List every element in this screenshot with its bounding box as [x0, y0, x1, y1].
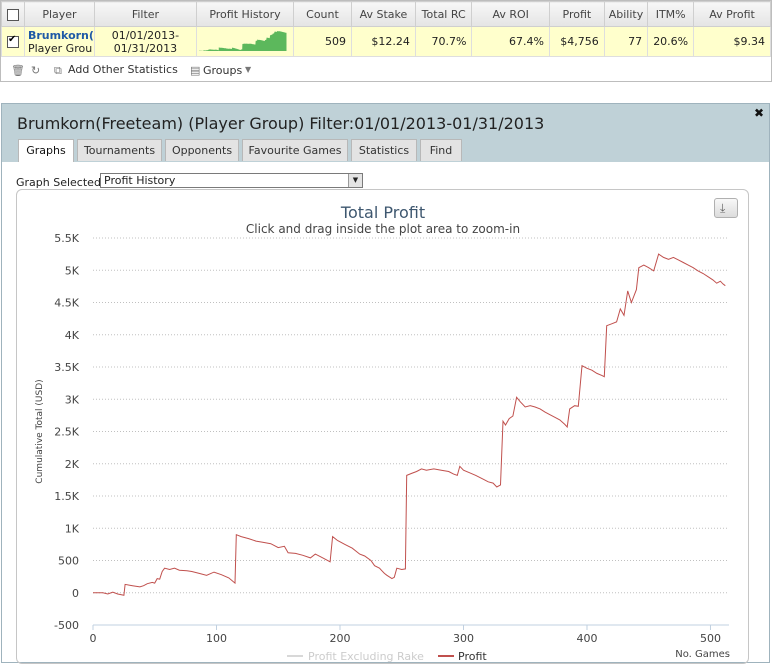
count-cell: 509 [292, 26, 352, 57]
tab-opponents[interactable]: Opponents [165, 139, 239, 161]
tab-graphs[interactable]: Graphs [18, 139, 74, 162]
table-header-row: Player Filter Profit History Count Av St… [1, 1, 771, 27]
select-all-header[interactable] [1, 1, 25, 27]
y-tick-label: 0 [72, 587, 79, 600]
graph-select[interactable]: Profit History ▼ [100, 173, 363, 188]
av-profit-cell: $9.34 [693, 26, 771, 57]
row-checkbox[interactable] [6, 34, 19, 48]
player-cell[interactable]: Brumkorn( Player Grou [23, 26, 95, 57]
filter-start-date: 01/01/2013- [111, 28, 180, 42]
y-axis-label: Cumulative Total (USD) [35, 379, 45, 483]
y-tick-label: 1.5K [54, 490, 79, 503]
chevron-down-icon[interactable]: ▼ [348, 174, 362, 187]
itm-cell: 20.6% [647, 26, 695, 57]
tab-tournaments[interactable]: Tournaments [77, 139, 162, 161]
column-header[interactable]: Total RC [414, 1, 473, 27]
x-tick-label: 400 [576, 632, 597, 645]
player-detail-panel: Brumkorn(Freeteam) (Player Group) Filter… [1, 103, 770, 664]
panel-header: Brumkorn(Freeteam) (Player Group) Filter… [2, 104, 769, 162]
av-stake-cell: $12.24 [350, 26, 416, 57]
select-all-checkbox[interactable] [6, 8, 19, 21]
column-header[interactable]: Av Stake [350, 1, 416, 27]
column-header[interactable]: Ability [603, 1, 649, 27]
y-tick-label: 1K [65, 522, 80, 535]
av-roi-cell: 67.4% [471, 26, 550, 57]
refresh-icon[interactable]: ↻ [31, 64, 40, 77]
y-tick-label: 2K [65, 458, 80, 471]
legend-item-profit: Profit [458, 650, 487, 663]
y-tick-label: 4.5K [54, 297, 79, 310]
x-tick-label: 200 [329, 632, 350, 645]
tab-find[interactable]: Find [420, 139, 462, 161]
row-select-cell[interactable] [1, 26, 25, 57]
y-tick-label: 5K [65, 264, 80, 277]
groups-dropdown[interactable]: Groups [203, 64, 242, 77]
add-stats-icon[interactable]: ⧉ [54, 64, 62, 78]
chart-title: Total Profit [340, 203, 425, 222]
column-header[interactable]: Player [23, 1, 95, 27]
x-axis-label: No. Games [675, 649, 730, 660]
x-tick-label: 0 [90, 632, 97, 645]
graph-selected-label: Graph Selected: [16, 176, 105, 189]
profit-chart[interactable]: Total ProfitClick and drag inside the pl… [17, 190, 749, 664]
grid-toolbar: 🗑 ↻ ⧉ Add Other Statistics ▤ Groups ▼ [1, 56, 771, 81]
column-header[interactable]: Av Profit [693, 1, 771, 27]
filter-end-date: 01/31/2013 [113, 41, 178, 55]
column-header[interactable]: Filter [93, 1, 197, 27]
download-icon: ⤓ [720, 201, 726, 215]
chart-container[interactable]: Total Profit Click and drag inside the pl… [16, 189, 749, 664]
close-icon[interactable]: ✖ [754, 106, 764, 120]
column-header[interactable]: Profit History [195, 1, 294, 27]
legend-item-profit-excluding-rake: Profit Excluding Rake [308, 650, 424, 663]
filter-cell: 01/01/2013- 01/31/2013 [93, 26, 197, 57]
y-tick-label: 4K [65, 329, 80, 342]
player-group-label: Player Grou [27, 41, 93, 55]
add-other-statistics-button[interactable]: Add Other Statistics [68, 63, 178, 76]
y-tick-label: 3.5K [54, 361, 79, 374]
y-tick-label: -500 [54, 619, 79, 632]
y-tick-label: 500 [58, 555, 79, 568]
panel-title: Brumkorn(Freeteam) (Player Group) Filter… [17, 114, 545, 133]
x-tick-label: 100 [206, 632, 227, 645]
chart-subtitle: Click and drag inside the plot area to z… [246, 222, 520, 236]
y-tick-label: 3K [65, 393, 80, 406]
trash-icon[interactable]: 🗑 [11, 64, 25, 77]
profit-series-line [93, 253, 726, 596]
sparkline-area [198, 31, 287, 51]
total-rc-cell: 70.7% [414, 26, 473, 57]
profit-sparkline [198, 31, 287, 51]
chevron-down-icon[interactable]: ▼ [245, 65, 251, 74]
column-header[interactable]: Av ROI [471, 1, 550, 27]
profit-cell: $4,756 [548, 26, 605, 57]
x-tick-label: 300 [453, 632, 474, 645]
download-button[interactable]: ⤓ [714, 198, 738, 218]
tab-favourite-games[interactable]: Favourite Games [242, 139, 348, 161]
stats-grid: Player Filter Profit History Count Av St… [0, 0, 772, 82]
y-tick-label: 5.5K [54, 232, 79, 245]
column-header[interactable]: Count [292, 1, 352, 27]
groups-icon[interactable]: ▤ [190, 64, 200, 77]
ability-cell: 77 [603, 26, 649, 57]
column-header[interactable]: ITM% [647, 1, 695, 27]
stats-table: Player Filter Profit History Count Av St… [1, 1, 771, 57]
player-name-link[interactable]: Brumkorn( [28, 29, 93, 42]
x-tick-label: 500 [700, 632, 721, 645]
profit-history-cell [195, 26, 294, 57]
column-header[interactable]: Profit [548, 1, 605, 27]
tab-statistics[interactable]: Statistics [351, 139, 417, 161]
y-tick-label: 2.5K [54, 426, 79, 439]
table-row[interactable]: Brumkorn( Player Grou 01/01/2013- 01/31/… [1, 26, 771, 57]
graph-select-value: Profit History [104, 174, 176, 187]
